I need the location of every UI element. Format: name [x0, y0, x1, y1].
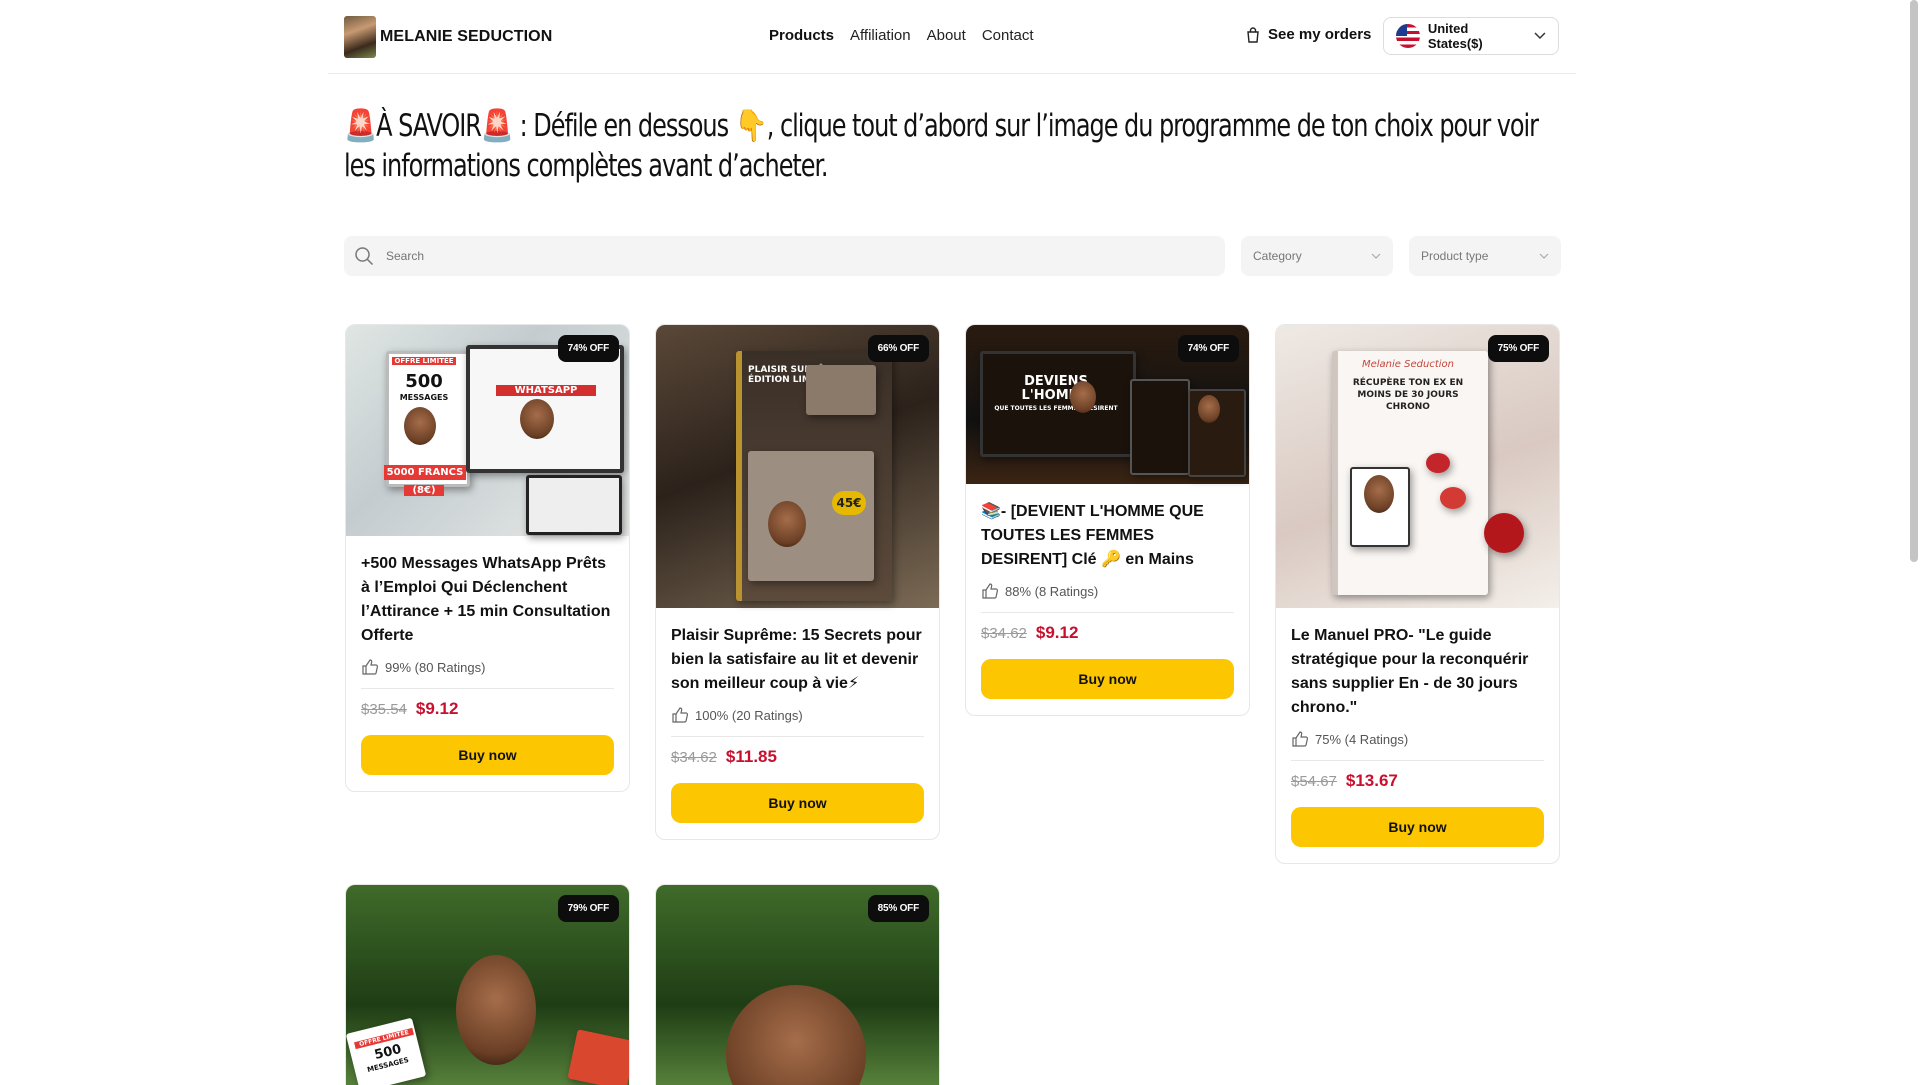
- sale-price: $13.67: [1345, 771, 1398, 790]
- product-image[interactable]: OFFRE LIMITÉE 500 MESSAGES 79% OFF: [346, 885, 629, 1085]
- sale-price: $9.12: [1035, 623, 1079, 642]
- brand-avatar: [344, 16, 376, 58]
- price-row: $34.62 $9.12: [981, 623, 1234, 643]
- product-image[interactable]: Melanie Seduction RÉCUPÈRE TON EX EN MOI…: [1276, 325, 1559, 608]
- product-rating: 75% (4 Ratings): [1291, 730, 1544, 761]
- thumbs-up-icon: [362, 659, 379, 675]
- discount-badge: 66% OFF: [867, 335, 929, 362]
- product-rating: 99% (80 Ratings): [361, 658, 614, 689]
- product-type-select[interactable]: Product type: [1409, 236, 1561, 276]
- price-row: $34.62 $11.85: [671, 747, 924, 767]
- product-card[interactable]: PLAISIR SUPRÊME ÉDITION LIMITÉE : 45€ 66…: [655, 324, 940, 840]
- us-flag-icon: [1396, 24, 1420, 48]
- product-rating: 88% (8 Ratings): [981, 582, 1234, 613]
- image-text: WHATSAPP: [496, 385, 596, 396]
- thumbs-up-icon: [982, 583, 999, 599]
- category-select[interactable]: Category: [1241, 236, 1393, 276]
- nav-affiliation[interactable]: Affiliation: [850, 27, 911, 44]
- page-scrollbar[interactable]: [1910, 0, 1918, 562]
- product-card[interactable]: OFFRE LIMITÉE 500 MESSAGES 79% OFF: [345, 884, 630, 1085]
- image-text: 5000 FRANCS: [384, 465, 466, 480]
- product-card[interactable]: OFFRE LIMITÉE 500 MESSAGES WHATSAPP 5000…: [345, 324, 630, 792]
- rating-text: 99% (80 Ratings): [385, 659, 486, 675]
- product-type-label: Product type: [1421, 249, 1489, 263]
- page-headline: 🚨À SAVOIR🚨 : Défile en dessous 👇, clique…: [344, 108, 1539, 184]
- image-text: (8€): [404, 485, 444, 496]
- nav-contact[interactable]: Contact: [982, 27, 1034, 44]
- product-title[interactable]: +500 Messages WhatsApp Prêts à l’Emploi …: [361, 552, 614, 648]
- orders-label: See my orders: [1268, 26, 1372, 43]
- buy-now-button[interactable]: Buy now: [1291, 807, 1544, 847]
- country-label: United States($): [1427, 21, 1483, 51]
- product-rating: 100% (20 Ratings): [671, 706, 924, 737]
- product-image[interactable]: PLAISIR SUPRÊME ÉDITION LIMITÉE : 45€ 66…: [656, 325, 939, 608]
- rating-text: 88% (8 Ratings): [1005, 583, 1099, 599]
- product-title[interactable]: Plaisir Suprême: 15 Secrets pour bien la…: [671, 624, 924, 696]
- price-row: $54.67 $13.67: [1291, 771, 1544, 791]
- image-text: 45€: [832, 491, 866, 515]
- brand-name: MELANIE SEDUCTION: [380, 28, 553, 45]
- chevron-down-icon: [1371, 253, 1381, 259]
- product-title[interactable]: Le Manuel PRO- "Le guide stratégique pou…: [1291, 624, 1544, 720]
- search-icon: [355, 247, 374, 266]
- thumbs-up-icon: [672, 707, 689, 723]
- chevron-down-icon: [1534, 32, 1546, 40]
- shopping-bag-icon: [1247, 26, 1259, 43]
- buy-now-button[interactable]: Buy now: [671, 783, 924, 823]
- image-text: RÉCUPÈRE TON EX EN MOINS DE 30 JOURS CHR…: [1352, 378, 1464, 412]
- product-card[interactable]: DEVIENS L'HOMME QUE TOUTES LES FEMMES DÉ…: [965, 324, 1250, 716]
- original-price: $34.62: [981, 625, 1027, 642]
- image-text: L'HOMME: [1021, 388, 1091, 403]
- original-price: $35.54: [361, 701, 407, 718]
- category-label: Category: [1253, 249, 1302, 263]
- image-text: OFFRE LIMITÉE: [392, 357, 456, 365]
- product-image[interactable]: DEVIENS L'HOMME QUE TOUTES LES FEMMES DÉ…: [966, 325, 1249, 484]
- image-text: QUE TOUTES LES FEMMES DÉSIRENT: [994, 405, 1118, 412]
- discount-badge: 74% OFF: [557, 335, 619, 362]
- discount-badge: 79% OFF: [557, 895, 619, 922]
- original-price: $54.67: [1291, 773, 1337, 790]
- product-card[interactable]: 85% OFF: [655, 884, 940, 1085]
- nav-about[interactable]: About: [927, 27, 966, 44]
- main-nav: Products Affiliation About Contact: [769, 27, 1034, 44]
- sale-price: $11.85: [725, 747, 777, 766]
- image-text: 500: [405, 371, 443, 392]
- discount-badge: 75% OFF: [1487, 335, 1549, 362]
- buy-now-button[interactable]: Buy now: [981, 659, 1234, 699]
- original-price: $34.62: [671, 749, 717, 766]
- image-text: Melanie Seduction: [1362, 359, 1454, 370]
- country-selector[interactable]: United States($): [1383, 17, 1559, 55]
- image-text: MESSAGES: [399, 393, 449, 402]
- orders-link[interactable]: See my orders: [1246, 26, 1371, 43]
- chevron-down-icon: [1539, 253, 1549, 259]
- thumbs-up-icon: [1292, 731, 1309, 747]
- sale-price: $9.12: [415, 699, 459, 718]
- price-row: $35.54 $9.12: [361, 699, 614, 719]
- brand-link[interactable]: MELANIE SEDUCTION: [344, 16, 552, 58]
- nav-products[interactable]: Products: [769, 27, 834, 44]
- rating-text: 100% (20 Ratings): [695, 707, 803, 723]
- product-title[interactable]: 📚- [DEVIENT L'HOMME QUE TOUTES LES FEMME…: [981, 500, 1234, 572]
- image-text: DEVIENS: [1024, 374, 1088, 389]
- product-image[interactable]: 85% OFF: [656, 885, 939, 1085]
- product-image[interactable]: OFFRE LIMITÉE 500 MESSAGES WHATSAPP 5000…: [346, 325, 629, 536]
- search-input[interactable]: [384, 248, 1188, 264]
- search-bar[interactable]: [344, 236, 1225, 276]
- buy-now-button[interactable]: Buy now: [361, 735, 614, 775]
- product-card[interactable]: Melanie Seduction RÉCUPÈRE TON EX EN MOI…: [1275, 324, 1560, 864]
- site-header: MELANIE SEDUCTION Products Affiliation A…: [328, 0, 1576, 74]
- discount-badge: 74% OFF: [1177, 335, 1239, 362]
- discount-badge: 85% OFF: [867, 895, 929, 922]
- rating-text: 75% (4 Ratings): [1315, 731, 1409, 747]
